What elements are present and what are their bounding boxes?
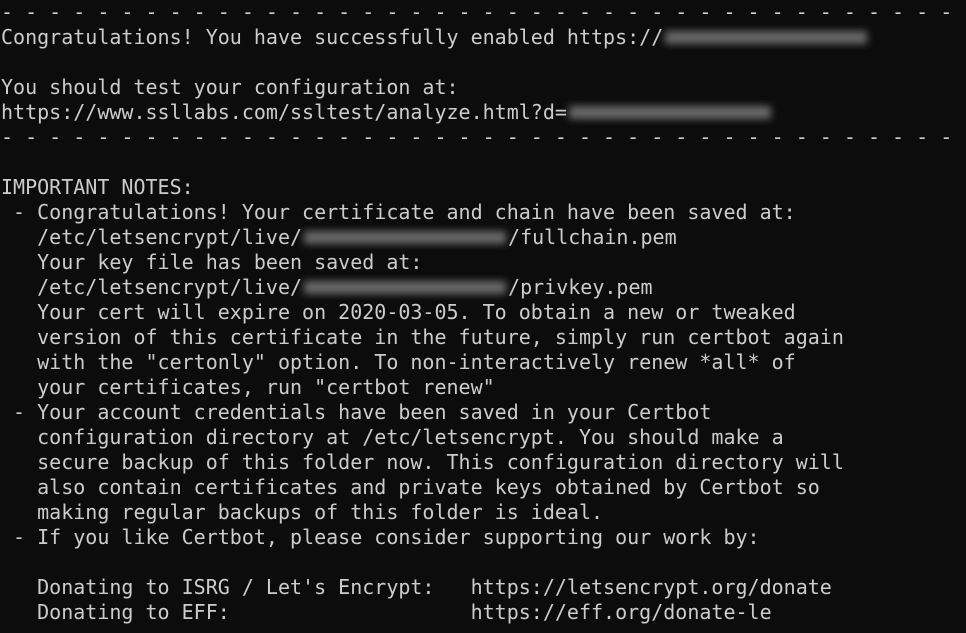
note2-line3: secure backup of this folder now. This c… [1, 450, 844, 474]
redacted-domain [567, 100, 773, 125]
note1-line3: Your key file has been saved at: [1, 250, 423, 274]
note2-line5: making regular backups of this folder is… [1, 500, 604, 524]
donate-isrg-line: Donating to ISRG / Let's Encrypt: https:… [1, 575, 832, 599]
path-suffix: /fullchain.pem [508, 225, 677, 249]
path-suffix: /privkey.pem [508, 275, 653, 299]
ssllabs-line: https://www.ssllabs.com/ssltest/analyze.… [1, 100, 966, 125]
terminal-window[interactable]: - - - - - - - - - - - - - - - - - - - - … [0, 0, 966, 633]
note2-line1: - Your account credentials have been sav… [1, 400, 712, 424]
important-notes-header: IMPORTANT NOTES: [1, 175, 194, 199]
note1-line1: - Congratulations! Your certificate and … [1, 200, 796, 224]
donate-eff-line: Donating to EFF: https://eff.org/donate-… [1, 600, 772, 624]
note3-line1: - If you like Certbot, please consider s… [1, 525, 760, 549]
success-text: Congratulations! You have successfully e… [1, 25, 664, 49]
path-prefix: /etc/letsencrypt/live/ [1, 275, 303, 299]
redacted-domain [302, 225, 508, 250]
path-prefix: /etc/letsencrypt/live/ [1, 225, 303, 249]
note2-line4: also contain certificates and private ke… [1, 475, 820, 499]
separator-top: - - - - - - - - - - - - - - - - - - - - … [1, 0, 953, 24]
note1-line8: your certificates, run "certbot renew" [1, 375, 495, 399]
note1-line5: Your cert will expire on 2020-03-05. To … [1, 300, 796, 324]
privkey-path-line: /etc/letsencrypt/live/ /privkey.pem [1, 275, 966, 300]
fullchain-path-line: /etc/letsencrypt/live/ /fullchain.pem [1, 225, 966, 250]
note1-line6: version of this certificate in the futur… [1, 325, 844, 349]
note2-line2: configuration directory at /etc/letsencr… [1, 425, 784, 449]
redacted-domain [663, 25, 869, 50]
redacted-domain [302, 275, 508, 300]
note1-line7: with the "certonly" option. To non-inter… [1, 350, 796, 374]
success-line: Congratulations! You have successfully e… [1, 25, 966, 50]
ssllabs-url: https://www.ssllabs.com/ssltest/analyze.… [1, 100, 567, 124]
test-config-line: You should test your configuration at: [1, 75, 459, 99]
separator-bottom: - - - - - - - - - - - - - - - - - - - - … [1, 125, 953, 149]
